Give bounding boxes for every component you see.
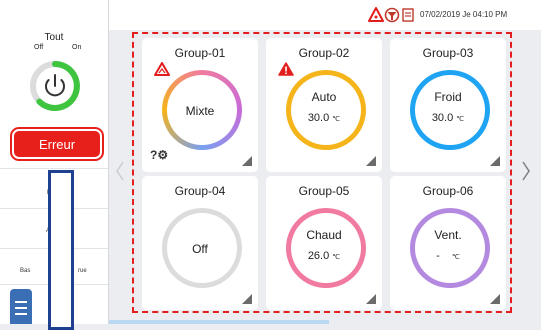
schedule-icon[interactable] <box>402 8 414 22</box>
menu-icon <box>15 301 27 303</box>
datetime: 07/02/2019 Je 04:10 PM <box>420 10 508 19</box>
sidebar: Tout Off On Erreur B A Bas rue <box>0 0 109 330</box>
all-on-label: On <box>72 44 82 51</box>
error-button[interactable]: Erreur <box>10 127 104 161</box>
menu-button[interactable] <box>10 289 32 324</box>
filter-icon[interactable] <box>384 7 400 23</box>
next-page-arrow-icon[interactable] <box>521 160 531 182</box>
status-bar: 07/02/2019 Je 04:10 PM <box>109 0 541 30</box>
prev-page-arrow-icon[interactable] <box>115 160 125 182</box>
error-button-label: Erreur <box>14 131 100 157</box>
all-groups-title: Tout <box>44 32 64 43</box>
all-off-label: Off <box>34 44 44 51</box>
highlight-overlay <box>48 170 74 330</box>
sidebar-divider <box>0 168 108 169</box>
bottom-indicator <box>109 320 329 324</box>
power-icon <box>45 74 65 97</box>
warning-icon[interactable] <box>368 7 384 22</box>
selection-frame <box>132 32 512 313</box>
all-power-toggle[interactable] <box>30 54 80 112</box>
sidebar-item-3-label-left: Bas <box>20 268 31 274</box>
sidebar-item-3-label-right: rue <box>78 268 87 274</box>
